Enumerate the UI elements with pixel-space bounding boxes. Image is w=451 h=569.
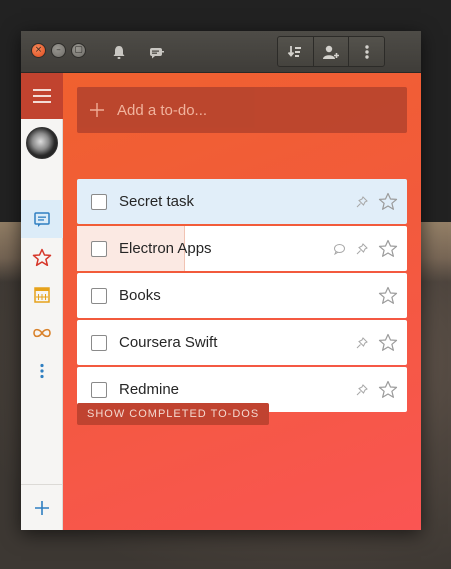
menu-icon[interactable]: [21, 73, 63, 119]
sort-icon: [288, 45, 302, 57]
task-checkbox[interactable]: [91, 240, 107, 257]
pin-icon: [356, 242, 368, 254]
add-todo-bar[interactable]: Add a to-do...: [77, 87, 407, 133]
maximize-button[interactable]: ▢: [71, 43, 86, 58]
task-title[interactable]: Redmine: [119, 381, 356, 398]
bell-icon[interactable]: [108, 41, 130, 63]
share-list-button[interactable]: [314, 37, 350, 66]
star-icon[interactable]: [378, 192, 398, 211]
minimize-button[interactable]: –: [51, 43, 66, 58]
avatar[interactable]: [26, 127, 58, 159]
task-row[interactable]: Secret task: [77, 179, 407, 224]
task-title[interactable]: Coursera Swift: [119, 334, 356, 351]
task-title[interactable]: Secret task: [119, 193, 356, 210]
sort-button[interactable]: [278, 37, 314, 66]
sidebar-item-week[interactable]: [21, 276, 63, 314]
app-window: × – ▢ Add a to-do... Secret task Electro…: [21, 31, 421, 530]
plus-icon: [35, 500, 49, 515]
task-title[interactable]: Books: [119, 287, 378, 304]
star-icon[interactable]: [378, 286, 398, 305]
more-vertical-icon: [364, 44, 369, 59]
star-icon[interactable]: [378, 239, 398, 258]
star-icon[interactable]: [378, 380, 398, 399]
titlebar-action-group: [277, 36, 385, 67]
sidebar-item-inbox[interactable]: [21, 200, 63, 238]
task-row[interactable]: Coursera Swift: [77, 320, 407, 365]
show-completed-button[interactable]: SHOW COMPLETED TO-DOS: [77, 403, 270, 425]
infinity-icon: [33, 328, 51, 338]
inbox-icon: [34, 211, 50, 227]
task-row[interactable]: Electron Apps: [77, 226, 407, 271]
star-icon: [32, 248, 52, 266]
task-checkbox[interactable]: [91, 193, 107, 210]
sidebar-item-all[interactable]: [21, 314, 63, 352]
calendar-icon: [34, 287, 50, 303]
task-checkbox[interactable]: [91, 381, 107, 398]
pin-icon: [356, 383, 368, 395]
sidebar-item-starred[interactable]: [21, 238, 63, 276]
pin-icon: [356, 195, 368, 207]
star-icon[interactable]: [378, 333, 398, 352]
add-person-icon: [323, 45, 339, 59]
more-vertical-icon: [40, 363, 44, 379]
more-options-button[interactable]: [349, 37, 384, 66]
task-list-panel: Add a to-do... Secret task Electron Apps: [63, 73, 421, 530]
titlebar: × – ▢: [21, 31, 421, 73]
plus-icon: [77, 102, 117, 118]
conversations-icon[interactable]: [146, 41, 168, 63]
task-checkbox[interactable]: [91, 287, 107, 304]
task-checkbox[interactable]: [91, 334, 107, 351]
sidebar: [21, 73, 63, 530]
comment-icon: [334, 243, 345, 255]
create-list-button[interactable]: [21, 484, 63, 530]
add-todo-input[interactable]: Add a to-do...: [117, 102, 207, 119]
pin-icon: [356, 336, 368, 348]
task-row[interactable]: Books: [77, 273, 407, 318]
task-title[interactable]: Electron Apps: [119, 240, 333, 257]
close-button[interactable]: ×: [31, 43, 46, 58]
sidebar-item-more[interactable]: [21, 352, 63, 390]
